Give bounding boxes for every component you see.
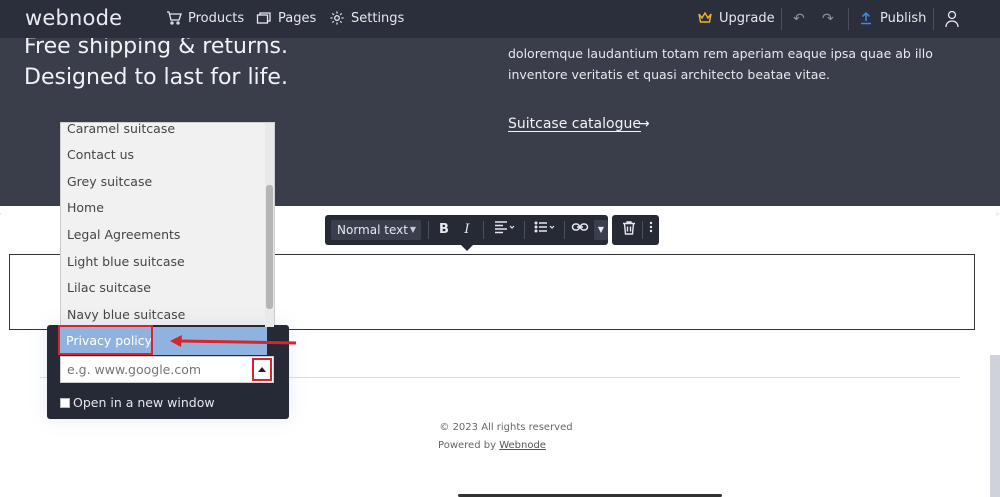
divider	[933, 8, 934, 30]
dropdown-option[interactable]: Caramel suitcase	[67, 123, 175, 136]
toolbar-separator	[428, 221, 429, 239]
annotation-arrow-icon	[170, 335, 297, 347]
cart-icon	[167, 11, 182, 25]
nav-pages[interactable]: Pages	[256, 10, 316, 26]
dropdown-option[interactable]: Home	[67, 200, 104, 215]
annotation-highlight-box	[58, 325, 153, 355]
bullet-list-icon	[534, 221, 555, 233]
toolbar-pointer	[460, 244, 474, 251]
new-window-checkbox[interactable]	[60, 398, 70, 408]
upgrade-button[interactable]: Upgrade	[697, 10, 775, 26]
user-icon[interactable]	[944, 10, 960, 28]
bold-button[interactable]: B	[436, 220, 452, 240]
resize-handle-right[interactable]: ◦	[995, 210, 1000, 219]
arrow-right-icon: →	[638, 116, 650, 132]
url-input[interactable]	[60, 356, 274, 383]
resize-handle-left[interactable]: ◦	[0, 210, 2, 219]
publish-button[interactable]: Publish	[858, 10, 926, 26]
page-scrollbar[interactable]	[990, 355, 1000, 497]
toolbar-separator	[642, 221, 643, 239]
dropdown-option[interactable]: Legal Agreements	[67, 227, 180, 242]
more-vertical-icon	[649, 221, 653, 233]
new-window-label: Open in a new window	[73, 395, 215, 410]
toolbar-separator	[483, 221, 484, 239]
more-options-button[interactable]	[645, 220, 657, 240]
link-dropdown-toggle[interactable]: ▼	[594, 220, 608, 240]
webnode-logo[interactable]: webnode	[25, 6, 122, 30]
redo-icon[interactable]: ↷	[822, 11, 834, 27]
delete-button[interactable]	[620, 220, 638, 240]
pages-icon	[256, 12, 271, 24]
undo-icon[interactable]: ↶	[793, 11, 805, 27]
align-left-icon	[495, 221, 515, 234]
link-icon	[571, 223, 589, 231]
suitcase-catalogue-link[interactable]: Suitcase catalogue	[508, 116, 641, 132]
nav-products[interactable]: Products	[166, 10, 244, 26]
link-button[interactable]	[570, 220, 590, 240]
page-link-dropdown[interactable]: Caramel suitcase Contact us Grey suitcas…	[60, 122, 275, 328]
align-button[interactable]	[491, 220, 519, 240]
divider	[848, 8, 849, 30]
trash-icon	[623, 221, 635, 235]
nav-products-label: Products	[188, 10, 245, 26]
nav-settings-label: Settings	[351, 10, 405, 26]
italic-button[interactable]: I	[459, 220, 475, 240]
divider	[781, 8, 782, 30]
dropdown-option[interactable]: Contact us	[67, 147, 134, 162]
powered-by-prefix: Powered by	[438, 440, 500, 451]
text-style-value: Normal text	[337, 223, 408, 237]
dropdown-option[interactable]: Grey suitcase	[67, 174, 152, 189]
dropdown-scroll-thumb[interactable]	[266, 185, 273, 309]
powered-by-text: Powered by Webnode	[0, 440, 984, 451]
list-button[interactable]	[531, 220, 559, 240]
chevron-down-icon: ▼	[409, 225, 416, 234]
publish-label: Publish	[880, 10, 927, 26]
dropdown-option[interactable]: Light blue suitcase	[67, 254, 185, 269]
gear-icon	[330, 11, 344, 25]
webnode-link[interactable]: Webnode	[499, 440, 546, 451]
nav-settings[interactable]: Settings	[329, 10, 404, 26]
dropdown-option[interactable]: Navy blue suitcase	[67, 307, 185, 322]
crown-icon	[698, 11, 712, 23]
dropdown-toggle-button[interactable]	[252, 358, 272, 381]
dropdown-option[interactable]: Lilac suitcase	[67, 280, 151, 295]
hero-heading-line2: Designed to last for life.	[24, 65, 288, 90]
upload-icon	[861, 11, 871, 25]
toolbar-separator	[524, 221, 525, 239]
copyright-text: © 2023 All rights reserved	[439, 422, 573, 433]
hero-paragraph: doloremque laudantium totam rem aperiam …	[508, 46, 933, 82]
toolbar-separator	[564, 221, 565, 239]
top-navigation-bar: webnode Products Pages Settings Upgrade …	[0, 0, 1000, 38]
nav-pages-label: Pages	[278, 10, 317, 26]
upgrade-label: Upgrade	[719, 10, 775, 26]
text-style-select[interactable]: Normal text ▼	[331, 220, 421, 240]
